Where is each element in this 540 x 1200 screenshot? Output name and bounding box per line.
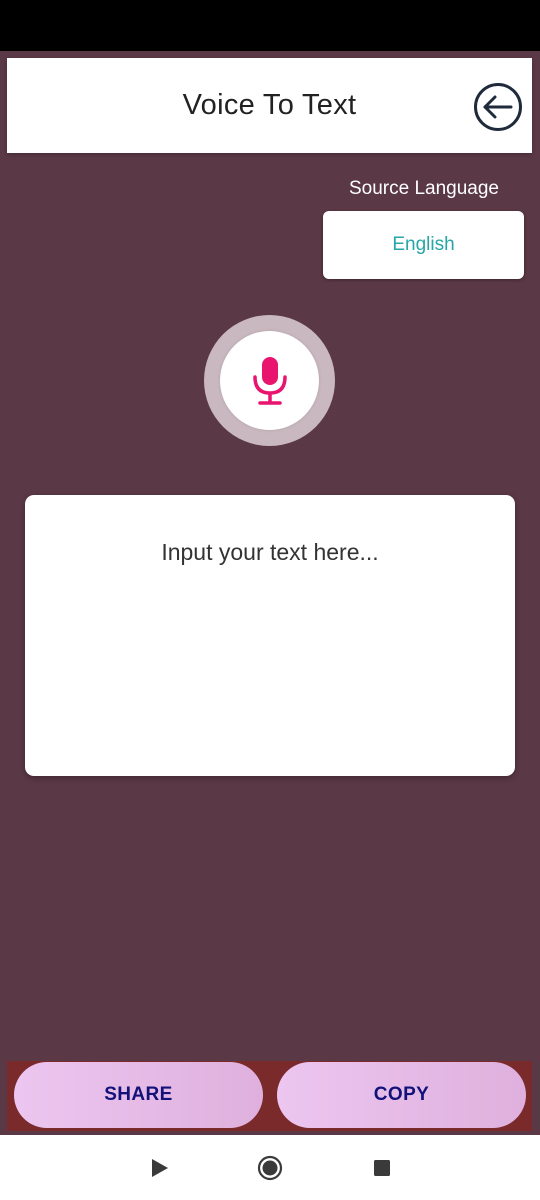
mic-button[interactable]: [220, 331, 319, 430]
arrow-left-circle-icon: [474, 83, 522, 131]
nav-recents-button[interactable]: [352, 1135, 412, 1200]
page-title: Voice To Text: [182, 89, 357, 121]
status-bar: [0, 0, 540, 51]
mic-button-ring: [204, 315, 335, 446]
nav-home-button[interactable]: [240, 1135, 300, 1200]
source-language-label: Source Language: [348, 178, 499, 199]
copy-button[interactable]: COPY: [277, 1062, 526, 1128]
microphone-icon: [252, 356, 287, 405]
text-input-placeholder: Input your text here...: [161, 539, 379, 565]
share-button[interactable]: SHARE: [14, 1062, 263, 1128]
circle-home-icon: [257, 1155, 283, 1180]
source-language-select[interactable]: English: [323, 211, 524, 279]
triangle-back-icon: [152, 1158, 168, 1177]
app-header: Voice To Text: [7, 58, 532, 153]
back-button[interactable]: [473, 82, 523, 132]
nav-back-button[interactable]: [130, 1135, 190, 1200]
square-recents-icon: [374, 1159, 390, 1176]
text-input-area[interactable]: [25, 495, 515, 776]
